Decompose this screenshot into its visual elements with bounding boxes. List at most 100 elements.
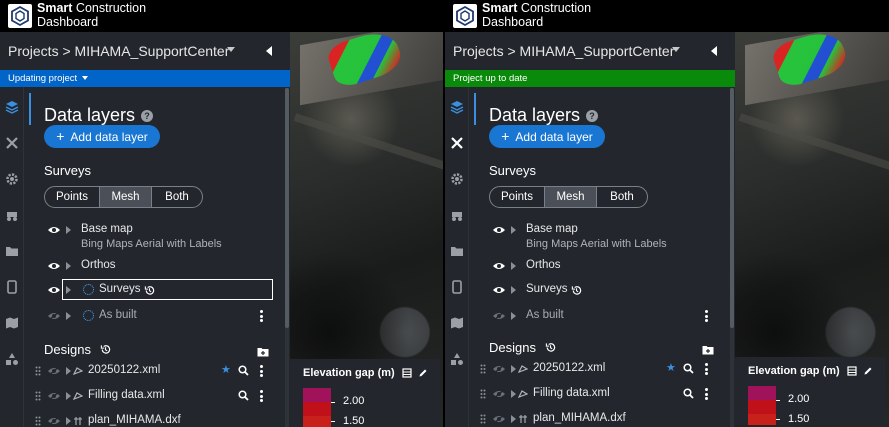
zoom-to-icon[interactable] bbox=[683, 388, 694, 399]
machine-icon[interactable] bbox=[4, 207, 20, 223]
drag-handle-icon[interactable] bbox=[480, 414, 486, 424]
layer-row-orthos[interactable]: Orthos bbox=[470, 255, 735, 279]
help-icon[interactable]: ? bbox=[141, 110, 154, 122]
expand-icon[interactable] bbox=[511, 365, 516, 373]
segment-mesh[interactable]: Mesh bbox=[545, 187, 597, 207]
folder-icon[interactable] bbox=[449, 243, 465, 259]
collapse-panel-icon[interactable] bbox=[266, 46, 272, 56]
panel-scrollbar[interactable] bbox=[730, 88, 734, 427]
expand-icon[interactable] bbox=[66, 262, 71, 270]
segment-points[interactable]: Points bbox=[490, 187, 545, 207]
expand-icon[interactable] bbox=[66, 392, 71, 400]
design-row[interactable]: 20250122.xml ★ bbox=[470, 358, 735, 382]
project-dropdown-chevron-icon[interactable] bbox=[227, 47, 235, 52]
expand-icon[interactable] bbox=[511, 312, 516, 320]
app-logo-icon[interactable] bbox=[453, 4, 477, 28]
expand-icon[interactable] bbox=[66, 226, 71, 234]
segment-both[interactable]: Both bbox=[597, 187, 647, 207]
zoom-to-icon[interactable] bbox=[238, 365, 249, 376]
design-row[interactable]: plan_MIHAMA.dxf bbox=[25, 410, 290, 427]
app-logo-icon[interactable] bbox=[8, 4, 32, 28]
collapse-panel-icon[interactable] bbox=[711, 46, 717, 56]
shapes-icon[interactable] bbox=[4, 351, 20, 367]
expand-icon[interactable] bbox=[66, 286, 71, 294]
tools-icon[interactable] bbox=[449, 135, 465, 151]
more-options-icon[interactable] bbox=[260, 365, 264, 377]
project-breadcrumb[interactable]: Projects > MIHAMA_SupportCenter bbox=[8, 43, 229, 59]
expand-icon[interactable] bbox=[66, 312, 71, 320]
eye-hidden-icon[interactable] bbox=[47, 366, 61, 376]
add-folder-icon[interactable] bbox=[702, 345, 714, 355]
more-options-icon[interactable] bbox=[705, 388, 709, 400]
eye-hidden-icon[interactable] bbox=[47, 416, 61, 426]
eye-icon[interactable] bbox=[47, 261, 61, 271]
eye-hidden-icon[interactable] bbox=[492, 414, 506, 424]
add-data-layer-button[interactable]: + Add data layer bbox=[44, 125, 160, 148]
expand-icon[interactable] bbox=[511, 390, 516, 398]
tablet-icon[interactable] bbox=[449, 279, 465, 295]
eye-icon[interactable] bbox=[492, 261, 506, 271]
legend-settings-icon[interactable] bbox=[402, 368, 412, 378]
design-row[interactable]: 20250122.xml ★ bbox=[25, 360, 290, 384]
star-icon[interactable]: ★ bbox=[221, 363, 231, 376]
eye-hidden-icon[interactable] bbox=[492, 311, 506, 321]
layers-icon[interactable] bbox=[449, 99, 465, 115]
map-view[interactable]: Elevation gap (m) 2.00 1.50 bbox=[735, 32, 889, 427]
drag-handle-icon[interactable] bbox=[35, 391, 41, 401]
expand-icon[interactable] bbox=[511, 226, 516, 234]
more-options-icon[interactable] bbox=[705, 363, 709, 375]
map-icon[interactable] bbox=[449, 315, 465, 331]
eye-hidden-icon[interactable] bbox=[492, 389, 506, 399]
history-icon[interactable] bbox=[571, 285, 582, 296]
eye-hidden-icon[interactable] bbox=[47, 311, 61, 321]
drag-handle-icon[interactable] bbox=[480, 389, 486, 399]
add-folder-icon[interactable] bbox=[257, 347, 269, 357]
star-icon[interactable]: ★ bbox=[666, 361, 676, 374]
gear-icon[interactable] bbox=[449, 171, 465, 187]
folder-icon[interactable] bbox=[4, 243, 20, 259]
eye-icon[interactable] bbox=[47, 285, 61, 295]
gear-icon[interactable] bbox=[4, 171, 20, 187]
edit-icon[interactable] bbox=[418, 368, 428, 378]
map-icon[interactable] bbox=[4, 315, 20, 331]
zoom-to-icon[interactable] bbox=[238, 390, 249, 401]
layers-icon[interactable] bbox=[4, 99, 20, 115]
layer-row-base-map[interactable]: Base map Bing Maps Aerial with Labels bbox=[25, 219, 290, 250]
expand-icon[interactable] bbox=[511, 262, 516, 270]
machine-icon[interactable] bbox=[449, 207, 465, 223]
expand-icon[interactable] bbox=[511, 415, 516, 423]
layer-row-as-built[interactable]: As built bbox=[470, 305, 735, 329]
segment-both[interactable]: Both bbox=[152, 187, 202, 207]
help-icon[interactable]: ? bbox=[586, 110, 599, 122]
eye-icon[interactable] bbox=[492, 285, 506, 295]
layer-row-orthos[interactable]: Orthos bbox=[25, 255, 290, 279]
segment-points[interactable]: Points bbox=[45, 187, 100, 207]
more-options-icon[interactable] bbox=[705, 310, 709, 322]
expand-icon[interactable] bbox=[66, 417, 71, 425]
expand-icon[interactable] bbox=[511, 286, 516, 294]
eye-icon[interactable] bbox=[492, 225, 506, 235]
history-icon[interactable] bbox=[545, 342, 556, 353]
legend-settings-icon[interactable] bbox=[847, 366, 857, 376]
shapes-icon[interactable] bbox=[449, 351, 465, 367]
more-options-icon[interactable] bbox=[260, 310, 264, 322]
drag-handle-icon[interactable] bbox=[35, 416, 41, 426]
layer-row-base-map[interactable]: Base map Bing Maps Aerial with Labels bbox=[470, 219, 735, 250]
project-dropdown-chevron-icon[interactable] bbox=[672, 47, 680, 52]
segment-mesh[interactable]: Mesh bbox=[100, 187, 152, 207]
expand-icon[interactable] bbox=[66, 367, 71, 375]
panel-scrollbar[interactable] bbox=[285, 88, 289, 427]
map-view[interactable]: Elevation gap (m) 2.00 1.50 bbox=[290, 32, 443, 427]
more-options-icon[interactable] bbox=[260, 390, 264, 402]
design-row[interactable]: plan_MIHAMA.dxf bbox=[470, 408, 735, 427]
drag-handle-icon[interactable] bbox=[35, 366, 41, 376]
eye-hidden-icon[interactable] bbox=[47, 391, 61, 401]
layer-row-as-built[interactable]: As built bbox=[25, 305, 290, 329]
edit-icon[interactable] bbox=[863, 366, 873, 376]
add-data-layer-button[interactable]: + Add data layer bbox=[489, 125, 605, 148]
project-breadcrumb[interactable]: Projects > MIHAMA_SupportCenter bbox=[453, 43, 674, 59]
eye-icon[interactable] bbox=[47, 225, 61, 235]
eye-hidden-icon[interactable] bbox=[492, 364, 506, 374]
design-row[interactable]: Filling data.xml bbox=[25, 385, 290, 409]
tablet-icon[interactable] bbox=[4, 279, 20, 295]
